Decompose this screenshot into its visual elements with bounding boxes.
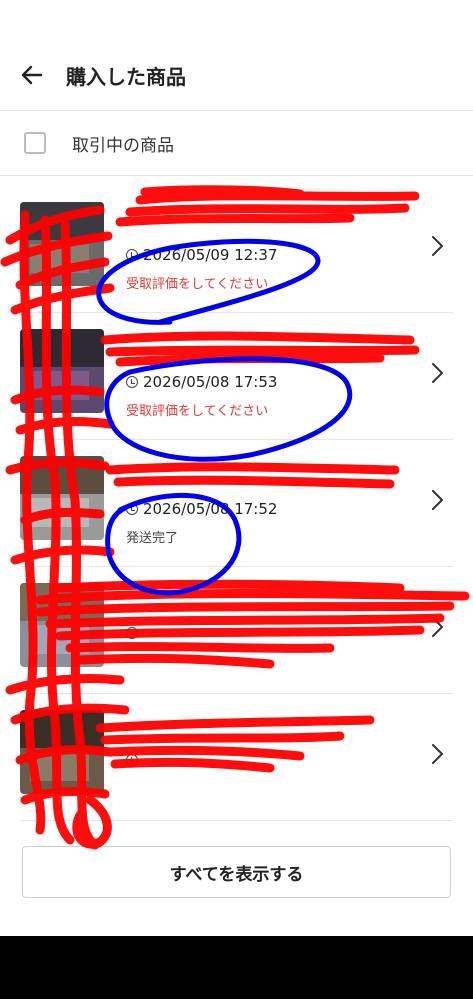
item-date: 2026/05/08 17:52 xyxy=(143,500,278,518)
item-date-row: 2026/05/09 12:37 xyxy=(126,246,277,264)
item-name xyxy=(126,585,396,603)
item-thumbnail xyxy=(20,329,104,413)
system-nav-bar xyxy=(0,936,473,999)
item-date: 2026/05/09 12:37 xyxy=(143,246,278,264)
clock-icon xyxy=(126,503,138,515)
item-name xyxy=(126,331,396,349)
item-date-row xyxy=(126,627,143,639)
item-date: 2026/05/08 17:53 xyxy=(143,373,278,391)
chevron-right-icon xyxy=(432,236,443,256)
item-date-row: 2026/05/08 17:53 xyxy=(126,373,277,391)
clock-icon xyxy=(126,376,138,388)
clock-icon xyxy=(126,754,138,766)
purchased-items-screen: 購入した商品 取引中の商品 2026/05/09 12:37 受取評価をしてくだ… xyxy=(0,0,473,999)
item-thumbnail xyxy=(20,710,104,794)
item-name xyxy=(126,458,396,476)
list-item[interactable]: 2026/05/08 17:52 発送完了 xyxy=(20,440,453,567)
arrow-left-icon xyxy=(21,65,43,85)
in-progress-filter[interactable]: 取引中の商品 xyxy=(0,111,473,176)
clock-icon xyxy=(126,627,138,639)
item-thumbnail xyxy=(20,583,104,667)
chevron-right-icon xyxy=(432,744,443,764)
chevron-right-icon xyxy=(432,490,443,510)
list-item[interactable] xyxy=(20,567,453,694)
in-progress-checkbox[interactable] xyxy=(24,132,46,154)
page-title: 購入した商品 xyxy=(66,64,186,89)
chevron-right-icon xyxy=(432,617,443,637)
item-status: 発送完了 xyxy=(126,531,179,546)
back-button[interactable] xyxy=(10,53,54,97)
chevron-right-icon xyxy=(432,363,443,383)
list-item[interactable]: 2026/05/08 17:53 受取評価をしてください xyxy=(20,313,453,440)
in-progress-label: 取引中の商品 xyxy=(72,135,174,156)
app-header: 購入した商品 xyxy=(0,40,473,111)
item-thumbnail xyxy=(20,456,104,540)
item-date-row xyxy=(126,754,143,766)
item-date-row: 2026/05/08 17:52 xyxy=(126,500,277,518)
item-name xyxy=(126,204,396,222)
item-status: 受取評価をしてください xyxy=(126,277,269,292)
purchased-item-list: 2026/05/09 12:37 受取評価をしてください 2026/05/08 … xyxy=(0,186,473,821)
clock-icon xyxy=(126,249,138,261)
show-all-button[interactable]: すべてを表示する xyxy=(22,846,451,898)
item-status: 受取評価をしてください xyxy=(126,404,269,419)
item-name xyxy=(126,712,396,730)
list-item[interactable] xyxy=(20,694,453,821)
list-item[interactable]: 2026/05/09 12:37 受取評価をしてください xyxy=(20,186,453,313)
item-thumbnail xyxy=(20,202,104,286)
